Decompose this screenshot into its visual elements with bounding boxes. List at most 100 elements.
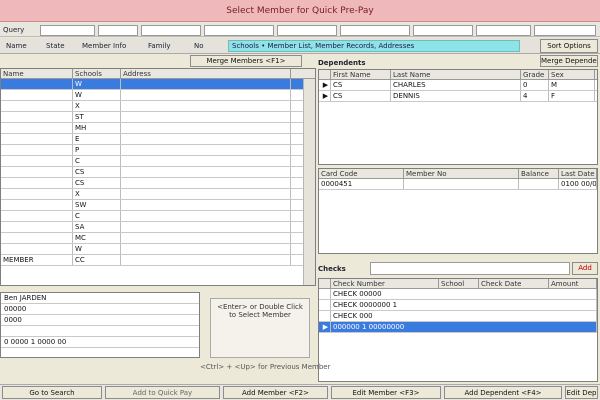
record-row[interactable]: 0000451 0100 00/00 00	[319, 179, 597, 190]
member-name: MEMBER	[1, 255, 73, 265]
check-row[interactable]: ▶ 000000 1 00000000	[319, 322, 597, 333]
checks-label: Checks	[318, 265, 346, 273]
member-address	[121, 167, 291, 177]
col-schools[interactable]: Schools	[73, 69, 121, 78]
filter-field[interactable]	[98, 25, 138, 36]
checks-add-button[interactable]: Add	[572, 262, 598, 275]
status-line: <Ctrl> + <Up> for Previous Member	[200, 363, 331, 371]
member-row[interactable]: W	[1, 244, 315, 255]
member-row[interactable]: W	[1, 90, 315, 101]
dep-col-sex[interactable]: Sex	[549, 70, 595, 79]
member-row[interactable]: CS	[1, 167, 315, 178]
member-schools: ST	[73, 112, 121, 122]
check-text: CHECK 0000000 1	[331, 300, 597, 310]
member-address	[121, 156, 291, 166]
chk-col-amount[interactable]: Amount	[549, 279, 597, 288]
dependent-row[interactable]: ▶ CS DENNIS 4 F	[319, 91, 597, 102]
filter-field-4[interactable]	[277, 25, 337, 36]
check-row[interactable]: CHECK 0000000 1	[319, 300, 597, 311]
rec-col-code[interactable]: Card Code	[319, 169, 404, 178]
rec-col-member[interactable]: Member No	[404, 169, 519, 178]
dependents-header: First Name Last Name Grade Sex	[319, 70, 597, 80]
member-name	[1, 134, 73, 144]
filter-field-8[interactable]	[534, 25, 596, 36]
member-row[interactable]: CS	[1, 178, 315, 189]
member-row[interactable]: P	[1, 145, 315, 156]
member-row[interactable]: SA	[1, 222, 315, 233]
member-row[interactable]: MH	[1, 123, 315, 134]
chk-col-school[interactable]: School	[439, 279, 479, 288]
dep-grade: 4	[521, 91, 549, 101]
sort-button[interactable]: Sort Options	[540, 39, 598, 53]
member-name	[1, 79, 73, 89]
edit-member-button[interactable]: Edit Member <F3>	[331, 386, 441, 399]
filter-field-6[interactable]	[413, 25, 473, 36]
tab-state[interactable]: State	[46, 42, 65, 50]
check-text: CHECK 00000	[331, 289, 597, 299]
member-grid[interactable]: Name Schools Address W W X ST MH E P C CS CS X SW C S…	[0, 68, 316, 286]
chk-col-number[interactable]: Check Number	[331, 279, 439, 288]
member-schools: MH	[73, 123, 121, 133]
member-address	[121, 134, 291, 144]
filter-field-5[interactable]	[340, 25, 410, 36]
member-row[interactable]: W	[1, 79, 315, 90]
dependents-title: Dependents	[318, 59, 366, 67]
col-address[interactable]: Address	[121, 69, 291, 78]
col-name[interactable]: Name	[1, 69, 73, 78]
member-grid-scrollbar[interactable]	[303, 79, 315, 285]
dependent-row[interactable]: ▶ CS CHARLES 0 M	[319, 80, 597, 91]
check-row[interactable]: CHECK 000	[319, 311, 597, 322]
rec-date: 0100 00/00 00	[561, 179, 597, 189]
add-dependent-button[interactable]: Add Dependent <F4>	[444, 386, 562, 399]
check-text: CHECK 000	[331, 311, 597, 321]
add-to-quick-pay-button[interactable]: Add to Quick Pay	[105, 386, 220, 399]
member-name	[1, 178, 73, 188]
member-schools: CC	[73, 255, 121, 265]
member-name	[1, 156, 73, 166]
dep-col-first[interactable]: First Name	[331, 70, 391, 79]
tab-family[interactable]: Family	[148, 42, 171, 50]
rec-col-balance[interactable]: Balance	[519, 169, 559, 178]
member-address	[121, 90, 291, 100]
tab-member-info[interactable]: Member Info	[82, 42, 126, 50]
add-member-button[interactable]: Add Member <F2>	[223, 386, 328, 399]
dep-first: CS	[331, 80, 391, 90]
member-row[interactable]: X	[1, 101, 315, 112]
tab-name[interactable]: Name	[6, 42, 27, 50]
filter-field-7[interactable]	[476, 25, 531, 36]
member-row[interactable]: X	[1, 189, 315, 200]
member-name	[1, 123, 73, 133]
member-row[interactable]: ST	[1, 112, 315, 123]
dep-col-grade[interactable]: Grade	[521, 70, 549, 79]
dependents-grid[interactable]: First Name Last Name Grade Sex ▶ CS CHARLE…	[318, 69, 598, 165]
member-row[interactable]: SW	[1, 200, 315, 211]
member-row[interactable]: MEMBER CC	[1, 255, 315, 266]
go-to-search-button[interactable]: Go to Search	[2, 386, 102, 399]
query-field[interactable]	[40, 25, 95, 36]
member-info-panel: Ben JARDEN 00000 0000 0 0000 1 0000 00	[0, 292, 200, 358]
records-grid[interactable]: Card Code Member No Balance Last Date 00…	[318, 168, 598, 254]
dep-sex: M	[549, 80, 595, 90]
member-grid-header: Name Schools Address	[1, 69, 315, 79]
member-row[interactable]: C	[1, 156, 315, 167]
member-address	[121, 79, 291, 89]
edit-dependent-button[interactable]: Edit Dep	[565, 386, 598, 399]
filter-field-2[interactable]	[141, 25, 201, 36]
checks-input[interactable]	[370, 262, 570, 275]
merge-dependents-button[interactable]: Merge Dependents	[540, 55, 598, 67]
rec-col-date[interactable]: Last Date	[559, 169, 597, 178]
member-row[interactable]: E	[1, 134, 315, 145]
tab-no[interactable]: No	[194, 42, 204, 50]
dep-col-last[interactable]: Last Name	[391, 70, 521, 79]
member-name	[1, 244, 73, 254]
member-row[interactable]: C	[1, 211, 315, 222]
member-schools: W	[73, 90, 121, 100]
check-row[interactable]: CHECK 00000	[319, 289, 597, 300]
checks-grid[interactable]: Check Number School Check Date Amount CH…	[318, 278, 598, 382]
filter-field-3[interactable]	[204, 25, 274, 36]
member-address	[121, 101, 291, 111]
member-name	[1, 112, 73, 122]
merge-members-button[interactable]: Merge Members <F1>	[190, 55, 302, 67]
member-row[interactable]: MC	[1, 233, 315, 244]
chk-col-date[interactable]: Check Date	[479, 279, 549, 288]
